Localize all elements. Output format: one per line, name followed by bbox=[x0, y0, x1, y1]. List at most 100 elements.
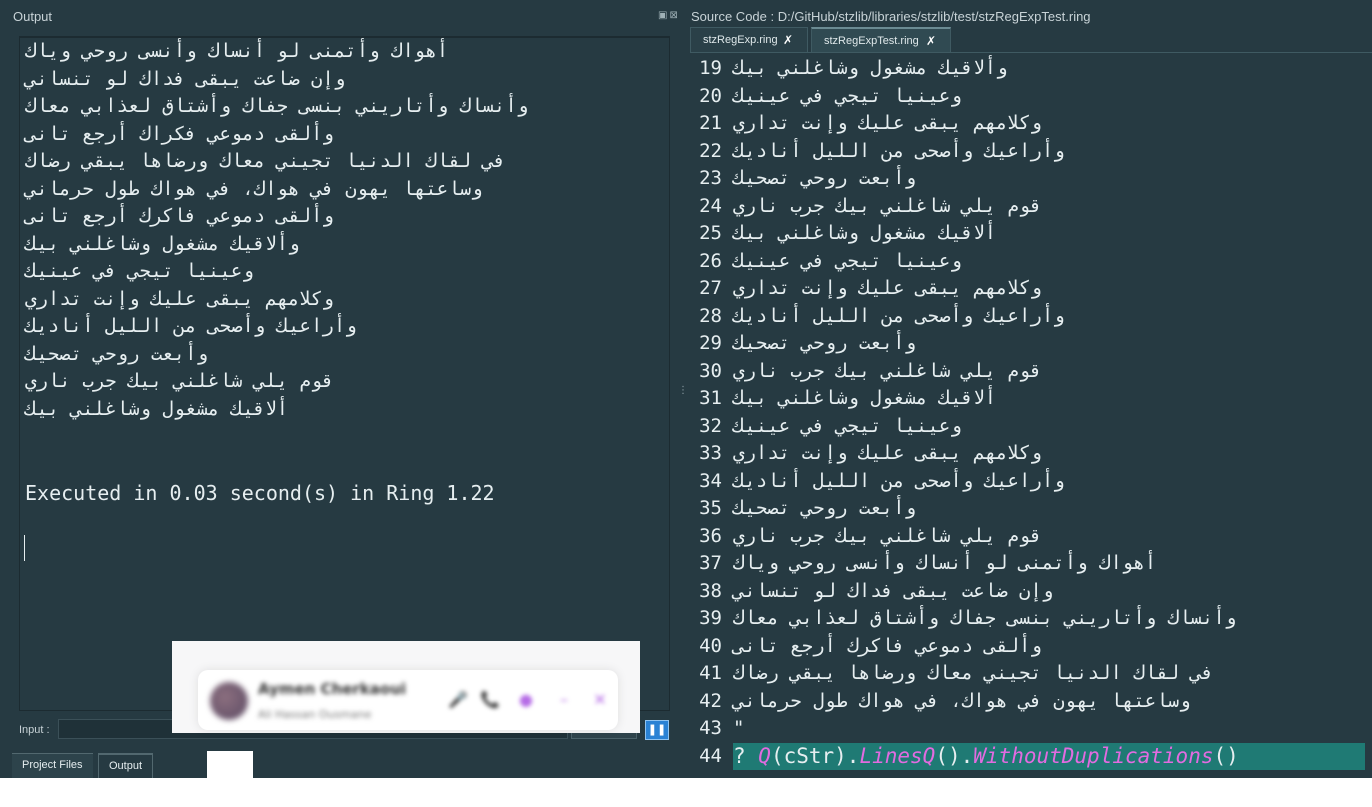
line-number: 21 bbox=[699, 112, 722, 134]
code-token: (cStr). bbox=[770, 743, 860, 768]
close-icon[interactable]: ✕ bbox=[590, 690, 610, 710]
line-number: 36 bbox=[699, 524, 722, 547]
code-text: وأراعيك وأصحى من الليل أناديك bbox=[733, 469, 1065, 492]
code-line[interactable]: 38 وإن ضاعت يبقى فداك لو تنساني bbox=[690, 578, 1372, 606]
line-number: 25 bbox=[699, 222, 722, 244]
code-token: () bbox=[1213, 743, 1239, 768]
line-number: 43 bbox=[699, 717, 722, 739]
code-text: ألاقيك مشغول وشاغلني بيك bbox=[733, 222, 997, 244]
code-line[interactable]: 21 وكلامهم يبقى عليك وإنت تداري bbox=[690, 110, 1372, 138]
code-text: وألاقيك مشغول وشاغلني بيك bbox=[733, 57, 1008, 79]
current-code-line[interactable]: 44? Q(cStr).LinesQ().WithoutDuplications… bbox=[690, 742, 1372, 771]
code-line[interactable]: 30 قوم يلي شاغلني بيك جرب ناري bbox=[690, 358, 1372, 386]
output-line: وألاقيك مشغول وشاغلني بيك bbox=[25, 232, 300, 255]
code-line[interactable]: 27 وكلامهم يبقى عليك وإنت تداري bbox=[690, 275, 1372, 303]
code-line[interactable]: 29 وأبعت روحي تصحيك bbox=[690, 330, 1372, 358]
code-text: وأراعيك وأصحى من الليل أناديك bbox=[733, 139, 1065, 162]
line-number: 24 bbox=[699, 194, 722, 217]
output-line: وساعتها يهون في هواك، في هواك طول حرماني bbox=[25, 177, 483, 200]
line-number: 23 bbox=[699, 167, 722, 189]
line-number: 28 bbox=[699, 304, 722, 327]
pause-button[interactable]: ❚❚ bbox=[645, 720, 669, 740]
mic-icon[interactable]: 🎤 bbox=[448, 690, 468, 710]
text-cursor bbox=[24, 535, 25, 561]
code-line[interactable]: 31 ألاقيك مشغول وشاغلني بيك bbox=[690, 385, 1372, 413]
line-number: 41 bbox=[699, 662, 722, 684]
code-text: وعينيا تيجي في عينيك bbox=[733, 414, 962, 437]
code-line[interactable]: 42 وساعتها يهون في هواك، في هواك طول حرما… bbox=[690, 688, 1372, 716]
output-line: وعينيا تيجي في عينيك bbox=[25, 260, 254, 282]
output-panel-title: Output bbox=[13, 9, 53, 24]
line-number: 33 bbox=[699, 442, 722, 464]
phone-icon[interactable]: 📞 bbox=[480, 690, 500, 710]
code-line[interactable]: 19 وألاقيك مشغول وشاغلني بيك bbox=[690, 55, 1372, 83]
code-line[interactable]: 37 أهواك وأتمنى لو أنساك وأنسى روحي وياك bbox=[690, 550, 1372, 578]
caller-name: Aymen Cherkaoui bbox=[258, 680, 407, 698]
code-text: وكلامهم يبقى عليك وإنت تداري bbox=[733, 112, 1042, 134]
tab-output[interactable]: Output bbox=[98, 753, 154, 778]
minimize-icon[interactable]: – bbox=[554, 690, 574, 710]
caller-subtitle: Ali Hassan Ousmane bbox=[258, 708, 372, 721]
code-text: وألقى دموعي فاكرك أرجع تانى bbox=[733, 634, 1042, 657]
line-number: 39 bbox=[699, 607, 722, 629]
ide-window: Output ▣⊠ Executed in 0.03 second(s) in … bbox=[0, 0, 1372, 778]
output-line: أهواك وأتمنى لو أنساك وأنسى روحي وياك bbox=[25, 40, 449, 62]
tab-stzregexptest[interactable]: stzRegExpTest.ring ✗ bbox=[811, 27, 951, 52]
record-icon[interactable]: ● bbox=[516, 690, 536, 710]
code-line[interactable]: 25 ألاقيك مشغول وشاغلني بيك bbox=[690, 220, 1372, 248]
tab-project-files[interactable]: Project Files bbox=[12, 753, 93, 778]
output-line: وألقى دموعي فاكرك أرجع تانى bbox=[25, 205, 334, 227]
code-line[interactable]: 23 وأبعت روحي تصحيك bbox=[690, 165, 1372, 193]
output-line: وأراعيك وأصحى من الليل أناديك bbox=[25, 315, 357, 337]
code-line[interactable]: 20 وعينيا تيجي في عينيك bbox=[690, 83, 1372, 111]
tab-stzregexp[interactable]: stzRegExp.ring ✗ bbox=[690, 27, 808, 52]
code-text: وأراعيك وأصحى من الليل أناديك bbox=[733, 304, 1065, 327]
code-text: وأبعت روحي تصحيك bbox=[733, 497, 917, 519]
function-name: Q bbox=[758, 743, 771, 768]
output-line: قوم يلي شاغلني بيك جرب ناري bbox=[25, 370, 334, 392]
output-line: وأبعت روحي تصحيك bbox=[25, 342, 209, 365]
code-line[interactable]: 33 وكلامهم يبقى عليك وإنت تداري bbox=[690, 440, 1372, 468]
line-number: 19 bbox=[699, 57, 722, 79]
code-text: في لقاك الدنيا تجيني معاك ورضاها يبقي رض… bbox=[733, 662, 1214, 684]
code-text: قوم يلي شاغلني بيك جرب ناري bbox=[733, 359, 1042, 382]
code-line[interactable]: 28 وأراعيك وأصحى من الليل أناديك bbox=[690, 303, 1372, 331]
code-line[interactable]: 34 وأراعيك وأصحى من الليل أناديك bbox=[690, 468, 1372, 496]
tab-label: stzRegExp.ring bbox=[703, 34, 778, 46]
line-number: 29 bbox=[699, 332, 722, 354]
code-line[interactable]: 43 " bbox=[690, 715, 1372, 743]
output-line: وأنساك وأتاريني بنسى جفاك وأشتاق لعذابي … bbox=[25, 95, 529, 117]
code-text: وأنساك وأتاريني بنسى جفاك وأشتاق لعذابي … bbox=[733, 607, 1237, 629]
code-text: قوم يلي شاغلني بيك جرب ناري bbox=[733, 194, 1042, 217]
close-tab-icon[interactable]: ✗ bbox=[783, 28, 793, 52]
code-line[interactable]: 22 وأراعيك وأصحى من الليل أناديك bbox=[690, 138, 1372, 166]
code-token: (). bbox=[935, 743, 974, 768]
code-text: وإن ضاعت يبقى فداك لو تنساني bbox=[733, 579, 1054, 602]
line-number: 32 bbox=[699, 414, 722, 437]
code-line[interactable]: 35 وأبعت روحي تصحيك bbox=[690, 495, 1372, 523]
blank-area bbox=[207, 751, 253, 781]
code-line[interactable]: 32 وعينيا تيجي في عينيك bbox=[690, 413, 1372, 441]
line-number: 26 bbox=[699, 249, 722, 272]
code-line[interactable]: 24 قوم يلي شاغلني بيك جرب ناري bbox=[690, 193, 1372, 221]
code-line[interactable]: 39 وأنساك وأتاريني بنسى جفاك وأشتاق لعذاب… bbox=[690, 605, 1372, 633]
line-number: 44 bbox=[699, 744, 722, 767]
code-line[interactable]: 41 في لقاك الدنيا تجيني معاك ورضاها يبقي … bbox=[690, 660, 1372, 688]
close-tab-icon[interactable]: ✗ bbox=[926, 29, 936, 53]
code-line[interactable]: 40 وألقى دموعي فاكرك أرجع تانى bbox=[690, 633, 1372, 661]
code-token: ? bbox=[733, 743, 759, 768]
code-line[interactable]: 36 قوم يلي شاغلني بيك جرب ناري bbox=[690, 523, 1372, 551]
pause-icon: ❚❚ bbox=[647, 723, 667, 736]
line-number: 35 bbox=[699, 497, 722, 519]
notification-overlay: Aymen Cherkaoui Ali Hassan Ousmane 🎤 📞 ●… bbox=[172, 641, 640, 733]
splitter-handle[interactable]: ⋮ bbox=[678, 385, 688, 396]
code-text: ? Q(cStr).LinesQ().WithoutDuplications() bbox=[733, 743, 1239, 771]
line-number: 22 bbox=[699, 139, 722, 162]
call-notification[interactable]: Aymen Cherkaoui Ali Hassan Ousmane 🎤 📞 ●… bbox=[198, 670, 618, 730]
output-line: ألاقيك مشغول وشاغلني بيك bbox=[25, 397, 289, 420]
panel-window-buttons[interactable]: ▣⊠ bbox=[658, 10, 680, 21]
output-text-area[interactable]: Executed in 0.03 second(s) in Ring 1.22 … bbox=[19, 36, 670, 711]
code-line[interactable]: 26 وعينيا تيجي في عينيك bbox=[690, 248, 1372, 276]
code-text: وساعتها يهون في هواك، في هواك طول حرماني bbox=[733, 689, 1191, 712]
execution-time-text: Executed in 0.03 second(s) in Ring 1.22 bbox=[25, 481, 495, 505]
